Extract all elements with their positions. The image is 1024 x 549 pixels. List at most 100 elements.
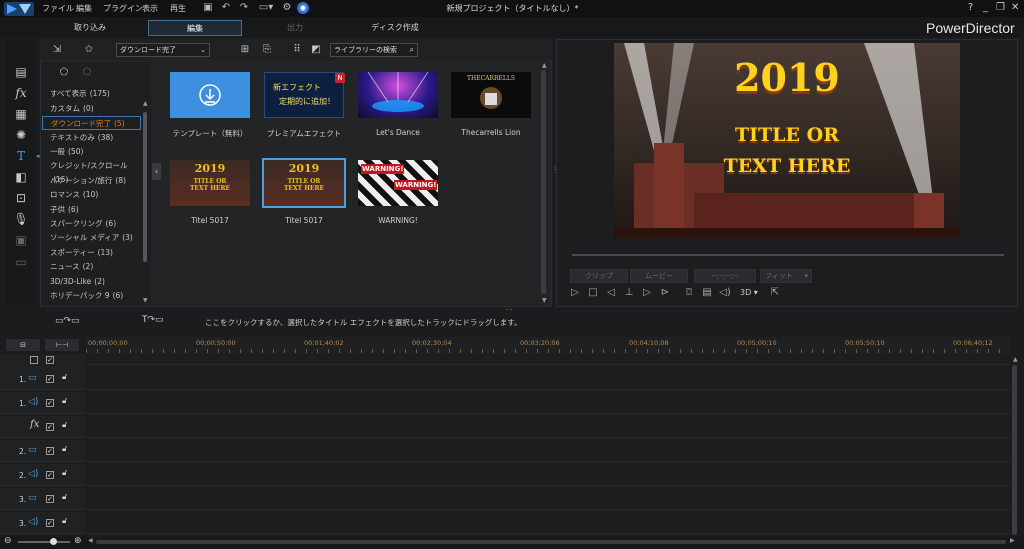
volume-icon[interactable]: ◁) <box>718 287 732 298</box>
modify-title-icon[interactable]: ⎘ <box>260 43 274 57</box>
zoom-out-icon[interactable]: ⊖ <box>4 536 12 546</box>
track-enable-checkbox[interactable]: ✓ <box>46 399 54 407</box>
save-icon[interactable]: ▣ <box>202 2 214 14</box>
tab-produce[interactable]: 出力 <box>255 20 335 36</box>
library-scrollbar[interactable] <box>541 70 546 294</box>
tag-remove-icon[interactable]: ⬠ <box>80 66 94 80</box>
voiceover-mic-icon[interactable]: 🎙 <box>6 209 36 229</box>
scroll-right-icon[interactable]: ▶ <box>1010 537 1015 544</box>
track-manager-button[interactable]: ⊟ <box>6 339 40 351</box>
preview-scrubber[interactable] <box>572 254 1004 256</box>
zoom-in-icon[interactable]: ⊕ <box>74 536 82 546</box>
zoom-fit-dropdown[interactable]: フィット ▾ <box>760 269 812 283</box>
track-enable-checkbox[interactable]: ✓ <box>46 447 54 455</box>
library-search-input[interactable]: ライブラリーの検索 ⌕ <box>330 43 418 57</box>
lock-icon[interactable]: 🔓︎ <box>62 372 67 382</box>
track-row[interactable] <box>86 416 1010 438</box>
lock-icon[interactable]: 🔓︎ <box>62 468 67 478</box>
collapse-panel-button[interactable]: ‹ <box>152 163 161 180</box>
movie-mode-button[interactable]: ムービー <box>630 269 688 283</box>
panel-resize-handle[interactable]: ⋮ <box>551 165 559 174</box>
plugin-icon[interactable]: ✿ <box>82 43 96 57</box>
tab-capture[interactable]: 取り込み <box>45 20 135 36</box>
category-item[interactable]: カスタム (0) <box>48 102 142 116</box>
stop-icon[interactable]: □ <box>586 287 600 298</box>
account-icon[interactable]: ◉ <box>297 2 309 14</box>
thumb-thecarrells-lion[interactable]: THECARRELLS <box>451 72 531 118</box>
thumb-titel-5017-b[interactable]: 2019 TITLE OR TEXT HERE <box>264 160 344 206</box>
lock-icon[interactable]: 🔓︎ <box>62 492 67 502</box>
lock-all-checkbox[interactable] <box>30 356 38 364</box>
scroll-down-icon[interactable]: ▼ <box>542 297 547 304</box>
scroll-left-icon[interactable]: ◀ <box>88 537 93 544</box>
thumbnail-size-icon[interactable]: ◩ <box>309 43 323 57</box>
panel-resize-handle[interactable]: ⋯ <box>505 305 513 314</box>
pip-room-icon[interactable]: ▦ <box>6 104 36 124</box>
help-icon[interactable]: ? <box>968 2 973 13</box>
scroll-up-icon[interactable]: ▲ <box>542 62 547 69</box>
tag-add-icon[interactable]: ⬠ <box>57 66 71 80</box>
tab-create-disc[interactable]: ディスク作成 <box>350 20 440 36</box>
thumb-warning[interactable]: WARNING! WARNING! <box>358 160 438 206</box>
category-filter-dropdown[interactable]: ダウンロード完了 ⌄ <box>116 43 210 57</box>
thumb-template-free[interactable] <box>170 72 250 118</box>
lock-icon[interactable]: 🔓︎ <box>62 516 67 526</box>
category-item[interactable]: テキストのみ (38) <box>48 131 142 145</box>
track-row[interactable] <box>86 440 1010 462</box>
track-enable-checkbox[interactable]: ✓ <box>46 471 54 479</box>
preview-canvas[interactable]: 2019 TITLE OR TEXT HERE <box>614 43 960 238</box>
snapshot-camera-icon[interactable]: ⌼ <box>682 287 696 298</box>
track-row[interactable] <box>86 392 1010 414</box>
track-row[interactable] <box>86 512 1010 534</box>
category-item[interactable]: ロマンス (10) <box>48 188 142 202</box>
category-item[interactable]: スポーティー (13) <box>48 246 142 260</box>
category-item[interactable]: 3D/3D-Like (2) <box>48 275 142 289</box>
timeline-horizontal-scrollbar[interactable] <box>96 540 1006 544</box>
enable-all-checkbox[interactable]: ✓ <box>46 356 54 364</box>
settings-gear-icon[interactable]: ⚙ <box>281 2 293 14</box>
category-item-selected[interactable]: ダウンロード完了 (5) <box>42 116 141 130</box>
menu-playback[interactable]: 再生 <box>170 3 186 14</box>
menu-edit[interactable]: 編集 <box>76 3 92 14</box>
thumb-titel-5017-a[interactable]: 2019 TITLE OR TEXT HERE <box>170 160 250 206</box>
previous-frame-icon[interactable]: ◁ <box>604 287 618 298</box>
aspect-ratio-icon[interactable]: ▭▾ <box>256 2 276 14</box>
grid-view-icon[interactable]: ⠿ <box>290 43 304 57</box>
scroll-down-icon[interactable]: ▼ <box>143 297 148 304</box>
scroll-up-icon[interactable]: ▲ <box>143 100 148 107</box>
tab-edit[interactable]: 編集 <box>148 20 242 36</box>
search-icon[interactable]: ⌕ <box>410 44 414 56</box>
redo-icon[interactable]: ↷ <box>238 2 250 14</box>
lock-icon[interactable]: 🔓︎ <box>62 396 67 406</box>
thumb-lets-dance[interactable] <box>358 71 438 118</box>
timeline-vertical-scrollbar[interactable] <box>1012 365 1017 535</box>
minimize-icon[interactable]: _ <box>983 2 988 13</box>
track-enable-checkbox[interactable]: ✓ <box>46 423 54 431</box>
add-title-to-track-icon[interactable]: T↷▭ <box>142 315 164 325</box>
track-row[interactable] <box>86 368 1010 390</box>
menu-file[interactable]: ファイル <box>42 3 74 14</box>
zoom-slider-thumb[interactable] <box>50 538 57 545</box>
track-enable-checkbox[interactable]: ✓ <box>46 519 54 527</box>
chapter-room-icon[interactable]: ▣ <box>6 230 36 250</box>
transition-room-icon[interactable]: ◧ <box>6 167 36 187</box>
track-enable-checkbox[interactable]: ✓ <box>46 495 54 503</box>
category-item[interactable]: 一般 (50) <box>48 145 142 159</box>
category-item[interactable]: スパークリング (6) <box>48 217 142 231</box>
scroll-up-icon[interactable]: ▲ <box>1013 356 1018 363</box>
import-icon[interactable]: ⇲ <box>50 43 64 57</box>
undock-preview-icon[interactable]: ⇱ <box>768 287 782 298</box>
subtitle-room-icon[interactable]: ▭ <box>6 252 36 272</box>
category-item[interactable]: 子供 (6) <box>48 203 142 217</box>
menu-view[interactable]: 表示 <box>142 3 158 14</box>
lock-icon[interactable]: 🔓︎ <box>62 444 67 454</box>
track-row[interactable] <box>86 488 1010 510</box>
category-scrollbar[interactable] <box>143 112 147 262</box>
fx-room-icon[interactable]: fx <box>6 83 36 103</box>
category-item[interactable]: ニュース (2) <box>48 260 142 274</box>
thumb-premium-effects[interactable]: 新エフェクト 定期的に追加！ N <box>264 72 345 118</box>
media-room-icon[interactable]: ▤ <box>6 62 36 82</box>
undo-icon[interactable]: ↶ <box>220 2 232 14</box>
category-item[interactable]: ホリデーパック 9 (6) <box>48 289 142 303</box>
track-row[interactable] <box>86 464 1010 486</box>
